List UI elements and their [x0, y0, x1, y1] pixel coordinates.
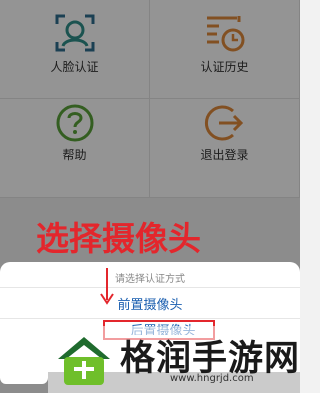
- sheet-footer: [0, 362, 48, 384]
- divider: [0, 287, 300, 288]
- annotation-title: 选择摄像头: [36, 219, 201, 258]
- divider: [0, 318, 300, 319]
- sheet-title: 请选择认证方式: [115, 274, 185, 285]
- front-camera-option[interactable]: 前置摄像头: [0, 294, 300, 313]
- annotation-arrow-icon: [100, 268, 114, 305]
- watermark-url: www.hngrjd.com: [170, 373, 254, 384]
- watermark-logo-icon: [58, 337, 110, 385]
